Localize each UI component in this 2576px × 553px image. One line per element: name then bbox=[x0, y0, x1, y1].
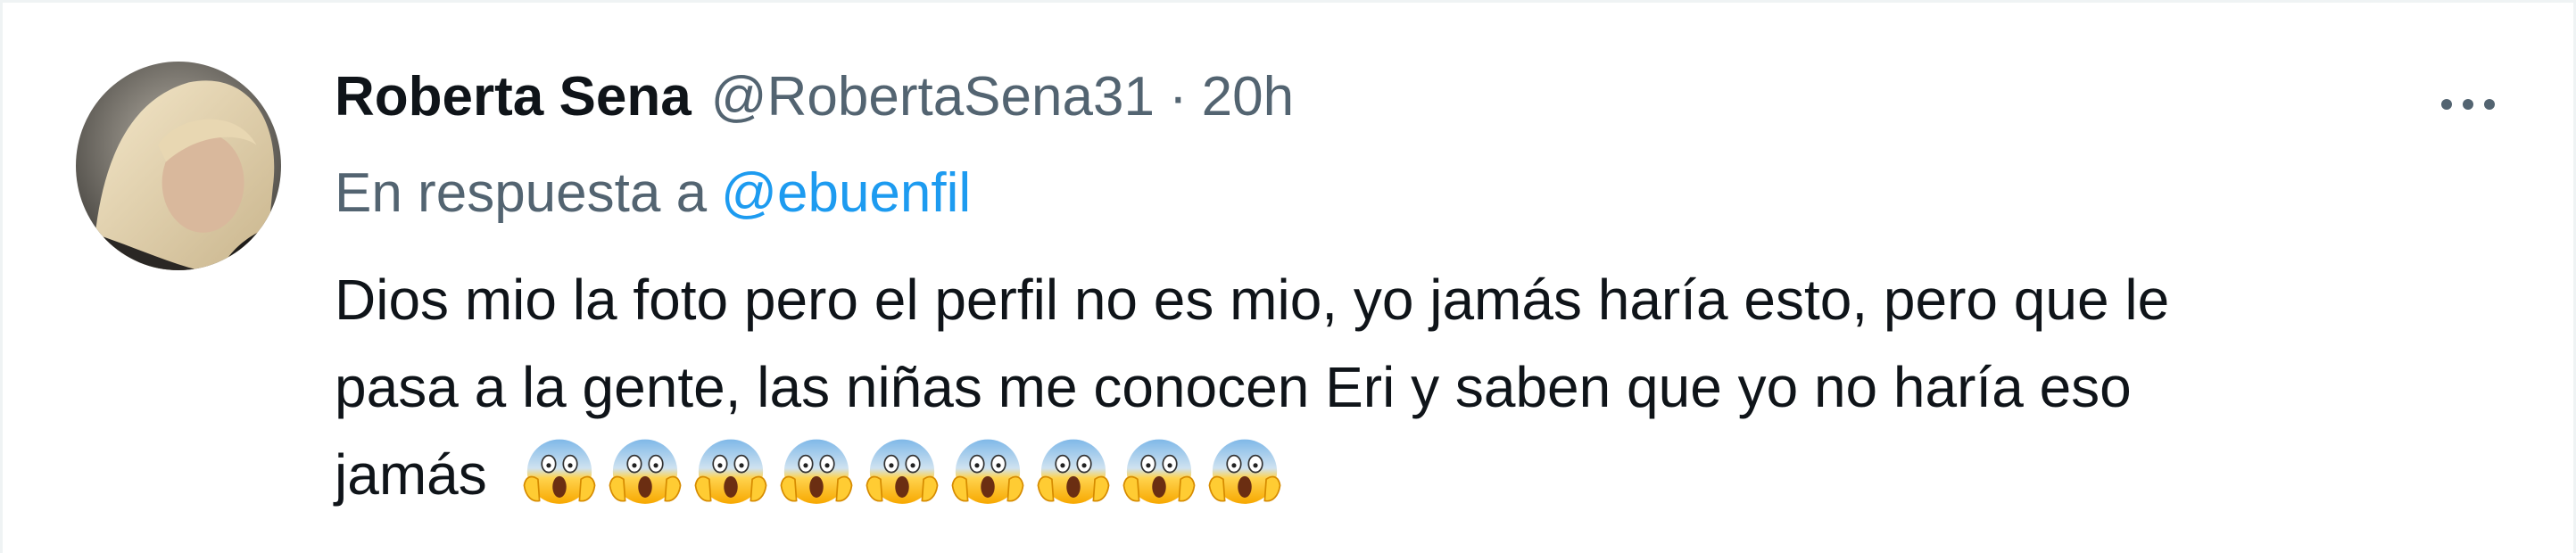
face-screaming-in-fear-icon bbox=[1037, 439, 1109, 504]
tweet-content: Roberta Sena @RobertaSena31 · 20h En res… bbox=[335, 65, 2520, 518]
face-screaming-in-fear-icon bbox=[694, 439, 766, 504]
display-name[interactable]: Roberta Sena bbox=[335, 65, 692, 128]
tweet-text: Dios mio la foto pero el perfil no es mi… bbox=[335, 256, 2458, 518]
more-options-button[interactable] bbox=[2423, 78, 2513, 131]
face-screaming-in-fear-icon bbox=[609, 439, 681, 504]
avatar[interactable] bbox=[76, 62, 281, 270]
tweet-text-line: Dios mio la foto pero el perfil no es mi… bbox=[335, 268, 2170, 332]
tweet-card[interactable]: Roberta Sena @RobertaSena31 · 20h En res… bbox=[0, 0, 2576, 553]
face-screaming-in-fear-icon bbox=[523, 439, 595, 504]
reply-prefix: En respuesta a bbox=[335, 162, 708, 224]
reply-mention-link[interactable]: @ebuenfil bbox=[721, 162, 971, 224]
face-screaming-in-fear-icon bbox=[780, 439, 852, 504]
tweet-text-word: jamás bbox=[335, 442, 487, 507]
tweet-text-line: jamás bbox=[335, 431, 2458, 518]
reply-context: En respuesta a @ebuenfil bbox=[335, 161, 2520, 242]
face-screaming-in-fear-icon bbox=[1208, 439, 1280, 504]
more-horizontal-icon bbox=[2463, 99, 2473, 110]
face-screaming-in-fear-icon bbox=[1122, 439, 1195, 504]
timestamp[interactable]: 20h bbox=[1202, 65, 1294, 128]
face-screaming-in-fear-icon bbox=[866, 439, 938, 504]
more-horizontal-icon bbox=[2484, 99, 2495, 110]
tweet-header: Roberta Sena @RobertaSena31 · 20h bbox=[335, 65, 2520, 145]
more-horizontal-icon bbox=[2441, 99, 2452, 110]
separator-dot: · bbox=[1168, 66, 1188, 128]
user-handle[interactable]: @RobertaSena31 bbox=[711, 65, 1155, 128]
emoji-row bbox=[521, 432, 1283, 508]
tweet-text-line: pasa a la gente, las niñas me conocen Er… bbox=[335, 355, 2132, 419]
face-screaming-in-fear-icon bbox=[951, 439, 1023, 504]
